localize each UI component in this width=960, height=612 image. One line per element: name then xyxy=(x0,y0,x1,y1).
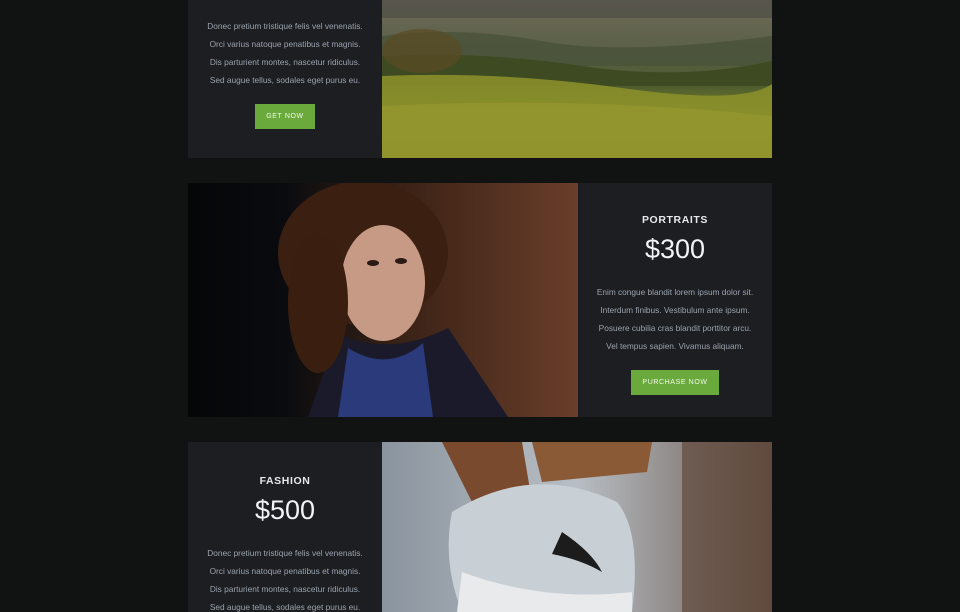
card-title: FASHION xyxy=(259,475,311,487)
pricing-row-2: PORTRAITS $300 Enim congue blandit lorem… xyxy=(188,183,772,417)
pricing-card-fashion: FASHION $500 Donec pretium tristique fel… xyxy=(188,442,382,612)
description-line: Interdum finibus. Vestibulum ante ipsum. xyxy=(600,305,750,315)
pricing-card-1: Donec pretium tristique felis vel venena… xyxy=(188,0,382,158)
pricing-row-3: FASHION $500 Donec pretium tristique fel… xyxy=(188,442,772,612)
description-line: Donec pretium tristique felis vel venena… xyxy=(207,548,363,558)
description-line: Sed augue tellus, sodales eget purus eu. xyxy=(209,75,361,85)
pricing-row-1: Donec pretium tristique felis vel venena… xyxy=(188,0,772,158)
card-title: PORTRAITS xyxy=(641,214,709,226)
description-line: Donec pretium tristique felis vel venena… xyxy=(207,21,363,31)
sneaker-photo xyxy=(382,442,772,612)
portrait-photo xyxy=(188,183,578,417)
card-price: $300 xyxy=(644,234,706,264)
description-line: Vel tempus sapien. Vivamus aliquam. xyxy=(606,341,744,351)
card-description: Donec pretium tristique felis vel venena… xyxy=(188,544,382,612)
purchase-now-button[interactable]: PURCHASE NOW xyxy=(631,370,719,395)
description-line: Orci varius natoque penatibus et magnis. xyxy=(209,566,361,576)
description-line: Sed augue tellus, sodales eget purus eu. xyxy=(209,602,361,612)
description-line: Posuere cubilia cras blandit porttitor a… xyxy=(598,323,752,333)
description-line: Enim congue blandit lorem ipsum dolor si… xyxy=(596,287,754,297)
pricing-card-portraits: PORTRAITS $300 Enim congue blandit lorem… xyxy=(578,183,772,417)
get-now-button[interactable]: GET NOW xyxy=(255,104,315,129)
description-line: Dis parturient montes, nascetur ridiculu… xyxy=(209,584,361,594)
card-description: Enim congue blandit lorem ipsum dolor si… xyxy=(578,283,772,355)
description-line: Dis parturient montes, nascetur ridiculu… xyxy=(209,57,361,67)
description-line: Orci varius natoque penatibus et magnis. xyxy=(209,39,361,49)
landscape-photo xyxy=(382,0,772,158)
card-description: Donec pretium tristique felis vel venena… xyxy=(188,17,382,89)
card-price: $500 xyxy=(254,495,316,525)
